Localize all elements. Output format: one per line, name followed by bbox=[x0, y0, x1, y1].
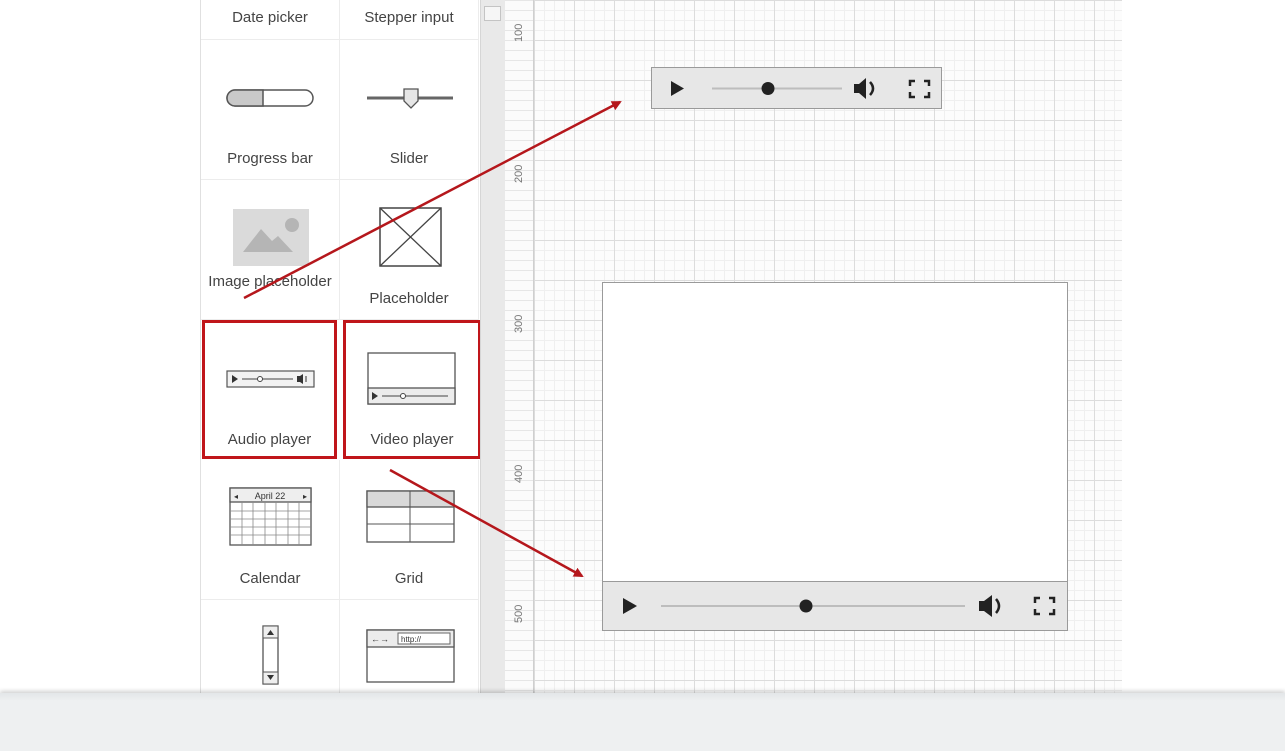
footer-band bbox=[0, 693, 1285, 751]
shape-label: Video player bbox=[370, 431, 454, 448]
shape-label: Audio player bbox=[227, 431, 312, 448]
shape-image-placeholder[interactable]: Image placeholder bbox=[201, 180, 340, 320]
shape-browser-window[interactable]: ←→ http:// bbox=[340, 600, 479, 693]
fullscreen-icon[interactable] bbox=[1033, 596, 1056, 616]
shape-calendar[interactable]: April 22 ◂ ▸ Calendar bbox=[201, 460, 340, 600]
shape-label: Slider bbox=[389, 150, 429, 167]
shape-grid[interactable]: Grid bbox=[340, 460, 479, 600]
audio-seek-handle[interactable] bbox=[761, 82, 775, 95]
shape-stepper-input[interactable]: Stepper input bbox=[340, 0, 479, 40]
shape-slider[interactable]: Slider bbox=[340, 40, 479, 180]
video-control-bar bbox=[603, 581, 1067, 630]
shape-video-player[interactable]: Video player bbox=[343, 320, 481, 459]
shape-date-picker[interactable]: Date picker bbox=[201, 0, 340, 40]
ruler-label: 400 bbox=[513, 464, 525, 483]
ruler-label: 300 bbox=[513, 314, 525, 333]
vertical-ruler: 100 200 300 400 500 bbox=[505, 0, 534, 693]
volume-icon[interactable] bbox=[979, 595, 1001, 617]
svg-text:←→: ←→ bbox=[371, 634, 389, 644]
shape-placeholder[interactable]: Placeholder bbox=[340, 180, 479, 320]
vertical-scrollbar-icon bbox=[262, 625, 279, 685]
fullscreen-icon[interactable] bbox=[908, 79, 931, 99]
image-placeholder-icon bbox=[233, 209, 309, 266]
play-icon[interactable] bbox=[671, 81, 684, 96]
shape-progress-bar[interactable]: Progress bar bbox=[201, 40, 340, 180]
ruler-label: 100 bbox=[513, 23, 525, 42]
shape-label: Calendar bbox=[239, 570, 301, 587]
ruler-label: 500 bbox=[513, 604, 525, 623]
shape-label: Placeholder bbox=[369, 290, 449, 307]
shapes-panel: Date picker Stepper input Progress bar S… bbox=[200, 0, 481, 693]
video-seek-handle[interactable] bbox=[799, 599, 813, 613]
svg-text:▸: ▸ bbox=[303, 492, 307, 501]
svg-text:◂: ◂ bbox=[234, 492, 238, 501]
canvas-video-player[interactable] bbox=[602, 282, 1068, 631]
scrollbar-thumb[interactable] bbox=[484, 6, 501, 21]
canvas-audio-player[interactable] bbox=[651, 67, 942, 109]
panel-scrollbar[interactable] bbox=[480, 0, 505, 693]
shape-audio-player[interactable]: Audio player bbox=[202, 320, 337, 459]
shape-label: Date picker bbox=[232, 9, 308, 26]
browser-window-icon: ←→ http:// bbox=[366, 629, 455, 683]
volume-icon[interactable] bbox=[854, 78, 875, 99]
shape-label: Stepper input bbox=[364, 9, 454, 26]
shape-label: Progress bar bbox=[227, 150, 313, 167]
shape-label: Grid bbox=[394, 570, 424, 587]
calendar-month-label: April 22 bbox=[255, 491, 286, 501]
ruler-label: 200 bbox=[513, 164, 525, 183]
play-icon[interactable] bbox=[623, 598, 637, 614]
browser-url-text: http:// bbox=[401, 635, 422, 644]
shape-vertical-scrollbar[interactable] bbox=[201, 600, 340, 693]
shape-label: Image placeholder bbox=[208, 273, 332, 290]
